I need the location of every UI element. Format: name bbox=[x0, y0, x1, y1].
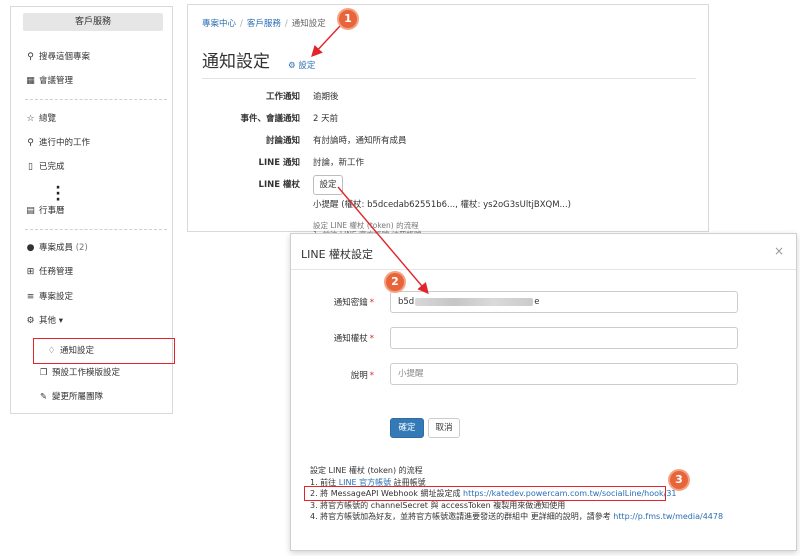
field-label-secret: 通知密鑰 * bbox=[333, 298, 374, 308]
search-icon: ⚲ bbox=[27, 138, 34, 148]
sidebar-item-label: 已完成 bbox=[39, 162, 65, 172]
page-title: 通知設定 bbox=[202, 52, 270, 72]
divider bbox=[25, 229, 167, 230]
pencil-icon: ✎ bbox=[39, 392, 48, 402]
sidebar-item-label: 其他 ▾ bbox=[39, 316, 63, 326]
calendar-icon: ▤ bbox=[26, 206, 35, 216]
row-value-line-notify: 討論，新工作 bbox=[313, 158, 365, 168]
sidebar-item-label: 行事曆 bbox=[39, 206, 65, 216]
bell-icon: ♢ bbox=[47, 346, 56, 356]
modal-title: LINE 權杖設定 bbox=[301, 248, 374, 261]
field-label-token: 通知權杖 * bbox=[333, 334, 374, 344]
sidebar-item-other-dropdown[interactable]: ⚙ 其他 ▾ bbox=[25, 313, 63, 329]
sidebar-item-search[interactable]: ⚲ 搜尋這個專案 bbox=[25, 49, 90, 65]
sidebar-item-label: 總覽 bbox=[39, 114, 57, 124]
notify-secret-input[interactable]: b5d e bbox=[390, 291, 738, 313]
sidebar-item-project-settings[interactable]: ≡ 專案設定 bbox=[25, 289, 73, 305]
meeting-board-icon: ▦ bbox=[26, 76, 35, 86]
star-icon: ☆ bbox=[26, 114, 35, 124]
row-label-work: 工作通知 bbox=[265, 92, 300, 102]
project-sidebar: 客戶服務 ⚲ 搜尋這個專案 ▦ 會議管理 ☆ 總覽 ⚲ 進行中的工作 ▯ 已完成 · · · … bbox=[10, 6, 175, 414]
sidebar-item-members[interactable]: ● 專案成員 (2) bbox=[25, 240, 88, 256]
sidebar-item-in-progress[interactable]: ⚲ 進行中的工作 bbox=[25, 135, 90, 151]
copy-icon: ❐ bbox=[39, 368, 48, 378]
token-tip: 小提醒 (權杖: b5dcedab62551b6..., 權杖: ys2oG3s… bbox=[313, 200, 571, 210]
row-label-line-token: LINE 權杖 bbox=[258, 180, 300, 190]
cancel-button[interactable]: 取消 bbox=[428, 418, 460, 438]
sidebar-header: 客戶服務 bbox=[23, 13, 163, 31]
line-token-modal: LINE 權杖設定 × 通知密鑰 * b5d e 通知權杖 * 說明 * 小提醒 確定 … bbox=[290, 233, 797, 551]
sidebar-subitem-change-team[interactable]: ✎ 變更所屬團隊 bbox=[38, 389, 103, 405]
sidebar-item-label: 搜尋這個專案 bbox=[39, 52, 91, 62]
close-icon[interactable]: × bbox=[774, 244, 784, 258]
sidebar-item-label: 專案成員 bbox=[39, 243, 74, 253]
breadcrumb: 專案中心 / 客戶服務 / 通知設定 bbox=[202, 19, 326, 29]
sidebar-subitem-label: 變更所屬團隊 bbox=[52, 392, 104, 402]
line-token-set-button[interactable]: 設定 bbox=[313, 175, 343, 195]
divider bbox=[202, 78, 696, 79]
description-input[interactable]: 小提醒 bbox=[390, 363, 738, 385]
clipboard-icon: ▯ bbox=[28, 162, 33, 172]
breadcrumb-project-center[interactable]: 專案中心 bbox=[202, 19, 236, 29]
help-doc-link[interactable]: http://p.fms.tw/media/4478 bbox=[613, 512, 723, 521]
sidebar-item-calendar[interactable]: ▤ 行事曆 bbox=[25, 203, 65, 219]
divider bbox=[291, 269, 796, 270]
field-label-description: 說明 * bbox=[350, 371, 374, 381]
user-icon: ● bbox=[26, 243, 35, 253]
breadcrumb-current: 通知設定 bbox=[291, 19, 326, 29]
search-icon: ⚲ bbox=[27, 52, 34, 62]
member-count: (2) bbox=[75, 243, 88, 253]
sidebar-subitem-notification-settings[interactable]: ♢ 通知設定 bbox=[33, 338, 175, 364]
sidebar-item-label: 任務管理 bbox=[39, 267, 74, 277]
notify-token-input[interactable] bbox=[390, 327, 738, 349]
sidebar-item-completed[interactable]: ▯ 已完成 bbox=[25, 159, 65, 175]
row-value-event: 2 天前 bbox=[313, 114, 339, 124]
confirm-button[interactable]: 確定 bbox=[390, 418, 424, 438]
vertical-ellipsis-icon: · · · bbox=[55, 180, 61, 208]
sidebar-subitem-label: 預設工作模版設定 bbox=[52, 368, 121, 378]
sidebar-item-meetings[interactable]: ▦ 會議管理 bbox=[25, 73, 73, 89]
row-value-discussion: 有討論時，通知所有成員 bbox=[313, 136, 407, 146]
gear-icon: ⚙ bbox=[26, 316, 35, 326]
sidebar-item-label: 進行中的工作 bbox=[39, 138, 91, 148]
notification-settings-panel: 專案中心 / 客戶服務 / 通知設定 通知設定 ⚙ 設定 工作通知 逾期後 事件、會議通… bbox=[187, 4, 709, 233]
sitemap-icon: ⊞ bbox=[26, 267, 35, 277]
sidebar-item-tasks[interactable]: ⊞ 任務管理 bbox=[25, 264, 73, 280]
row-label-line-notify: LINE 通知 bbox=[258, 158, 300, 168]
webhook-highlight-box bbox=[304, 486, 666, 501]
sidebar-subitem-label: 通知設定 bbox=[60, 346, 95, 356]
flow-step-4: 4. 將官方帳號加為好友，並將官方帳號邀請進要發送的群組中 更詳細的說明，請參考… bbox=[310, 512, 724, 521]
sidebar-subitem-task-templates[interactable]: ❐ 預設工作模版設定 bbox=[38, 365, 120, 381]
callout-badge-3: 3 bbox=[668, 469, 690, 491]
sliders-icon: ≡ bbox=[26, 292, 35, 302]
gear-icon: ⚙ bbox=[288, 61, 296, 71]
row-value-work: 逾期後 bbox=[313, 92, 339, 102]
callout-badge-2: 2 bbox=[384, 271, 406, 293]
callout-badge-1: 1 bbox=[337, 8, 359, 30]
sidebar-item-label: 專案設定 bbox=[39, 292, 74, 302]
flow-heading: 設定 LINE 權杖 (token) 的流程 bbox=[310, 466, 423, 475]
divider bbox=[25, 99, 167, 100]
breadcrumb-customer-service[interactable]: 客戶服務 bbox=[247, 19, 281, 29]
sidebar-item-label: 會議管理 bbox=[39, 76, 74, 86]
sidebar-item-overview[interactable]: ☆ 總覽 bbox=[25, 111, 56, 127]
row-label-event: 事件、會議通知 bbox=[240, 114, 300, 124]
settings-link[interactable]: ⚙ 設定 bbox=[288, 59, 315, 71]
redacted-value bbox=[415, 297, 534, 306]
flow-step-3: 3. 將官方帳號的 channelSecret 與 accessToken 複製… bbox=[310, 500, 566, 510]
row-label-discussion: 討論通知 bbox=[265, 136, 300, 146]
